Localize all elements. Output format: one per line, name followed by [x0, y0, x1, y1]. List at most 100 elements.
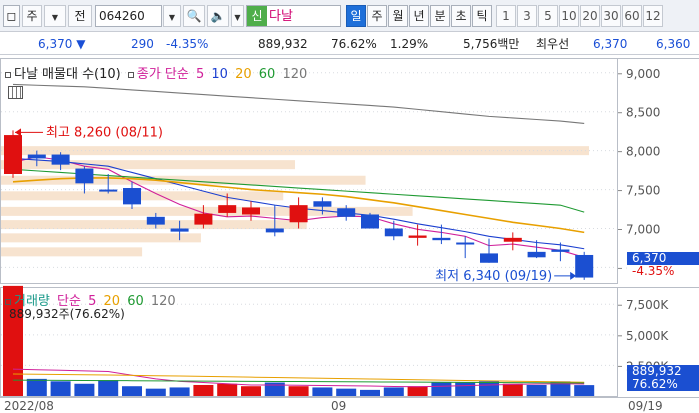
interval-button-1[interactable]: 1	[496, 5, 516, 27]
view-dropdown-button[interactable]: ▼	[44, 5, 66, 27]
candle-body	[337, 208, 356, 217]
volume-bar	[431, 382, 452, 396]
interval-button-3[interactable]: 3	[517, 5, 537, 27]
candle-body	[361, 214, 379, 229]
price-tick-label: 9,000	[626, 67, 660, 81]
interval-button-10[interactable]: 10	[559, 5, 579, 27]
ma-60-label: 60	[258, 67, 276, 82]
candle-body	[408, 235, 427, 238]
ma-120-line	[12, 83, 585, 124]
down-arrow-icon: ▼	[76, 37, 86, 51]
interval-button-12[interactable]: 12	[643, 5, 663, 27]
candle-body	[27, 154, 46, 159]
volume-profile-bar	[1, 160, 295, 170]
low-annotation: 최저 6,340 (09/19)	[435, 269, 552, 284]
candle-body	[99, 189, 118, 192]
price-axis: 9,0008,5008,0007,5007,0006,500 6,370 -4.…	[618, 58, 699, 284]
period-button-3[interactable]: 년	[409, 5, 429, 27]
interval-button-30[interactable]: 30	[601, 5, 621, 27]
volume-axis: 7,500K5,000K2,500K 889,932 76.62%	[618, 287, 699, 397]
candle-body	[51, 154, 70, 165]
candle-body	[527, 251, 546, 258]
volume-bar	[336, 388, 357, 396]
trade-volume: 889,932	[258, 37, 308, 51]
stock-code-input[interactable]: 064260	[95, 5, 162, 27]
date-axis: 2022/08 09 09/19	[0, 397, 699, 413]
volume-bar	[288, 386, 309, 396]
best-quote-label: 최우선	[536, 37, 570, 51]
price-chart-pane[interactable]: 최고 8,260 (08/11) 최저 6,340 (09/19) 다날 매물대 …	[0, 58, 618, 284]
chevron-down-icon: ▼	[234, 13, 241, 22]
price-change: 290	[131, 37, 154, 51]
interval-button-60[interactable]: 60	[622, 5, 642, 27]
date-label-start: 2022/08	[4, 399, 54, 413]
volume-bar	[526, 384, 547, 396]
chart-settings-icon[interactable]	[8, 86, 23, 99]
quote-bar: 6,370 ▼ 290 -4.35% 889,932 76.62% 1.29% …	[0, 33, 699, 55]
volume-bar	[407, 386, 428, 396]
period-button-0[interactable]: 일	[346, 5, 366, 27]
pin-icon	[5, 71, 11, 78]
stock-name: 다날	[269, 9, 293, 24]
view-select[interactable]: 주	[22, 5, 42, 27]
candle-body	[194, 213, 213, 225]
candle-body	[242, 207, 260, 215]
sound-dropdown-button[interactable]: ▼	[231, 5, 244, 27]
period-button-6[interactable]: 틱	[472, 5, 492, 27]
candle-body	[4, 135, 22, 174]
chart-toolbar: ◻ 주 ▼ 전 064260 ▼ 🔍 🔈 ▼ 신 다날 일주월년분초틱 1 3 5 10…	[0, 0, 699, 32]
candle-body	[432, 237, 451, 241]
volume-profile-bar	[1, 233, 201, 243]
price-change-pct: -4.35%	[166, 37, 209, 51]
price-tick-label: 8,500	[626, 106, 660, 120]
interval-button-20[interactable]: 20	[580, 5, 600, 27]
period-select[interactable]: 전	[68, 5, 92, 27]
interval-button-5[interactable]: 5	[538, 5, 558, 27]
period-button-1[interactable]: 주	[367, 5, 387, 27]
current-change-tag: -4.35%	[627, 265, 699, 278]
window-menu-icon[interactable]: ◻	[3, 5, 20, 27]
price-ma-label: 종가 단순	[136, 67, 189, 82]
ma-120-label: 120	[282, 67, 308, 82]
volume-chart-pane[interactable]: 거래량 단순 5 20 60 120 889,932주(76.62%)	[0, 285, 618, 397]
candle-body	[575, 254, 594, 278]
stock-chart-window: ◻ 주 ▼ 전 064260 ▼ 🔍 🔈 ▼ 신 다날 일주월년분초틱 1 3 5 10…	[0, 0, 699, 413]
candle-body	[313, 201, 332, 207]
date-label-end: 09/19	[628, 399, 663, 413]
pin-icon	[127, 71, 134, 78]
volume-bar	[145, 388, 166, 396]
volume-bar	[74, 383, 95, 396]
volume-bar	[574, 385, 595, 396]
period-button-2[interactable]: 월	[388, 5, 408, 27]
candle-body	[503, 237, 522, 242]
chevron-down-icon: ▼	[51, 13, 59, 22]
new-listing-badge: 신	[247, 6, 267, 26]
turnover-rate: 1.29%	[390, 37, 429, 51]
volume-bar	[122, 386, 142, 396]
search-button[interactable]: 🔍	[183, 5, 205, 27]
candle-body	[218, 205, 237, 213]
pin-icon	[5, 298, 11, 305]
candle-body	[480, 253, 498, 263]
volume-bar	[193, 384, 214, 396]
period-button-4[interactable]: 분	[430, 5, 450, 27]
ma-10-label: 10	[211, 67, 228, 82]
code-dropdown-button[interactable]: ▼	[163, 5, 181, 27]
volume-ma-60-label: 60	[127, 294, 144, 309]
volume-bar	[455, 382, 476, 396]
candle-body	[170, 228, 189, 232]
candle-body	[384, 228, 403, 237]
current-volume-readout: 889,932주(76.62%)	[9, 307, 125, 321]
volume-bar	[360, 389, 380, 396]
price-tick-label: 8,000	[626, 145, 660, 159]
chevron-down-icon: ▼	[168, 13, 176, 22]
stock-name-field[interactable]: 신 다날	[246, 5, 341, 27]
best-ask: 6,370	[593, 37, 628, 51]
volume-bar	[169, 387, 190, 396]
volume-bar	[312, 387, 333, 396]
sound-button[interactable]: 🔈	[207, 5, 229, 27]
period-button-5[interactable]: 초	[451, 5, 471, 27]
volume-ratio: 76.62%	[331, 37, 377, 51]
price-chart-svg: 최고 8,260 (08/11) 최저 6,340 (09/19)	[1, 72, 617, 284]
volume-bar	[241, 386, 261, 396]
